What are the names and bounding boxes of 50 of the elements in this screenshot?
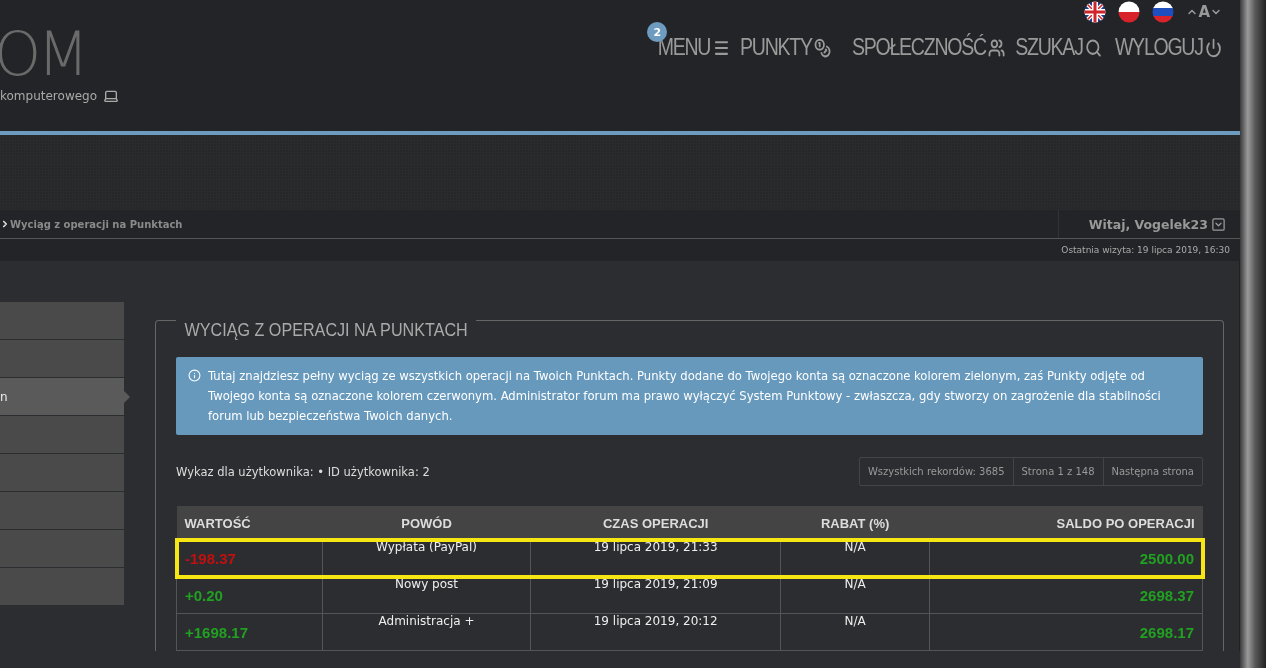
dropdown-icon [1211, 216, 1226, 232]
panel-title: WYCIĄG Z OPERACJI NA PUNKTACH [176, 319, 477, 341]
column-header: WARTOŚĆ [176, 506, 323, 540]
table-cell: +1698.17 [176, 613, 323, 651]
search-icon [1084, 37, 1102, 58]
nav-link[interactable]: WYLOGUJ [1114, 34, 1222, 61]
column-header: RABAT (%) [780, 506, 930, 540]
sidebar-item[interactable] [0, 492, 124, 530]
nav-link[interactable]: SPOŁECZNOŚĆ [852, 34, 1006, 61]
laptop-icon [103, 88, 120, 104]
power-icon [1205, 37, 1222, 58]
sidebar-item[interactable]: n [0, 378, 124, 416]
pagination-item[interactable]: Strona 1 z 148 [1012, 458, 1103, 485]
sidebar-item[interactable] [0, 340, 124, 378]
table-cell: 2698.17 [929, 613, 1203, 651]
sidebar-item[interactable] [0, 302, 124, 340]
last-visit-text: Ostatnia wizyta: 19 lipca 2019, 16:30 [1061, 245, 1230, 255]
table-cell: Administracja + [322, 613, 531, 651]
uk-flag-icon[interactable] [1084, 1, 1107, 23]
table-cell: 19 lipca 2019, 20:12 [530, 613, 781, 651]
user-menu[interactable]: Witaj, Vogelek23 [1057, 210, 1226, 238]
flag-icon[interactable] [1152, 1, 1175, 23]
table-cell: +0.20 [176, 576, 323, 614]
table-cell: N/A [780, 576, 930, 614]
flag-icon[interactable] [1118, 1, 1141, 23]
sidebar-item[interactable] [0, 568, 124, 606]
breadcrumb-link[interactable]: Wyciąg z operacji na Punktach [0, 218, 183, 230]
table-cell: 19 lipca 2019, 21:09 [530, 576, 781, 614]
users-icon [988, 37, 1006, 58]
pagination-item[interactable]: Wszystkich rekordów: 3685 [859, 458, 1013, 485]
user-line: Wykaz dla użytkownika: • ID użytkownika: 2 [176, 464, 430, 479]
pointer-icon [124, 391, 130, 403]
sidebar-item[interactable] [0, 416, 124, 454]
font-size-label[interactable]: A [1198, 3, 1210, 21]
sidebar-item[interactable] [0, 530, 124, 568]
pagination-item[interactable]: Następna strona [1102, 458, 1202, 485]
nav-link[interactable]: SZUKAJ [1014, 34, 1102, 61]
table-cell: N/A [780, 613, 930, 651]
coins-icon [814, 37, 832, 58]
info-icon [188, 369, 201, 382]
tagline: komputerowego [0, 89, 98, 103]
info-text: Tutaj znajdziesz pełny wyciąg ze wszystkich operacji na Twoich Punktach. Punkty dodane do Twojego konta są oznaczone kolorem zielonym, zaś Punkty odjęte od Twojego konta są oznaczone kolorem czerwonym. Administrator forum ma prawo wyłączyć System Punktowy - zwłaszcza, gdy stworzy on zagrożenie dla stabilności forum lub bezpieczeństwa Twoich danych. [208, 368, 1162, 425]
column-header: CZAS OPERACJI [530, 506, 781, 540]
nav-link[interactable]: PUNKTY [740, 34, 832, 61]
column-header: POWÓD [322, 506, 531, 540]
table-cell: 2698.37 [929, 576, 1203, 614]
sidebar-item[interactable] [0, 454, 124, 492]
column-header: SALDO PO OPERACJI [929, 506, 1203, 540]
chevron-icon [0, 219, 10, 229]
table-cell: Nowy post [322, 576, 531, 614]
